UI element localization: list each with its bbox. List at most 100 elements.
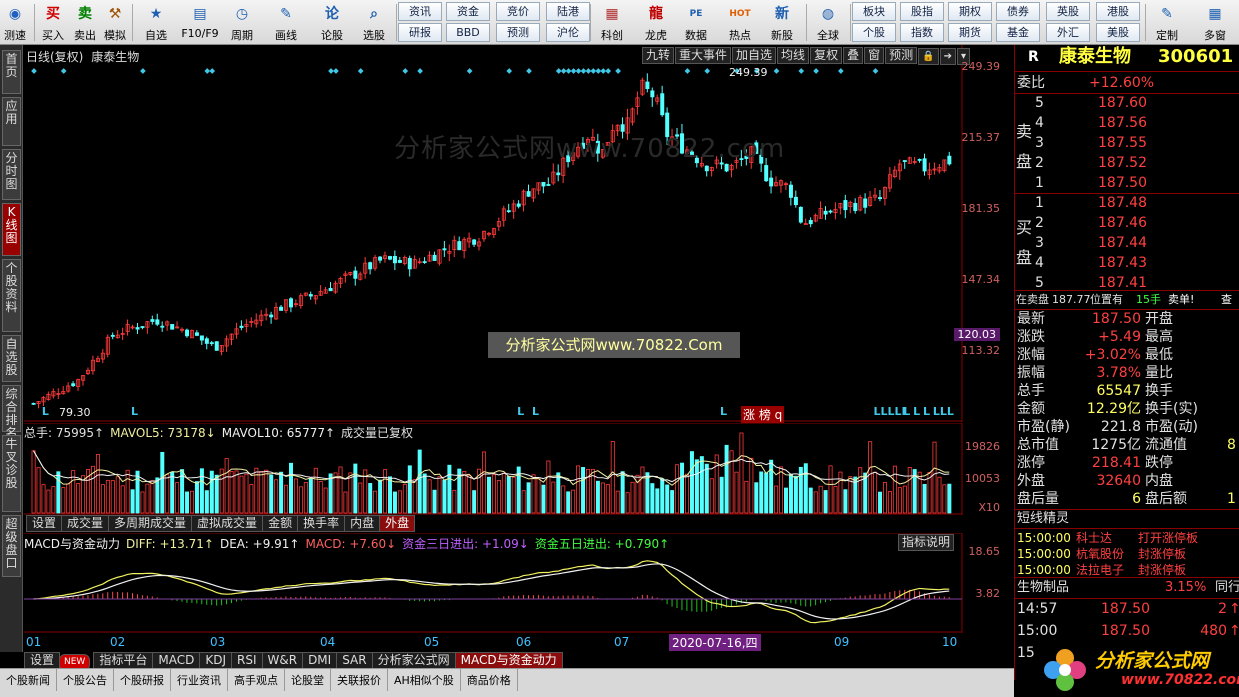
chart-tool-button[interactable]: 重大事件 <box>675 47 732 64</box>
buy-icon: 买 <box>46 6 60 22</box>
f10-icon: ▤ <box>193 6 207 22</box>
volume-tab[interactable]: 设置 <box>26 515 63 532</box>
indicator-tab[interactable]: W&R <box>261 652 304 669</box>
toolbar-globe-button[interactable]: ◍ 全球 <box>808 2 848 43</box>
chart-tool-button[interactable]: 加自选 <box>732 47 777 64</box>
chart-tool-button[interactable]: 预测 <box>885 47 918 64</box>
toolbar-link[interactable]: 研报 <box>398 23 442 42</box>
new-stock-icon: 新 <box>775 6 789 22</box>
toolbar-link[interactable]: 基金 <box>996 23 1040 42</box>
volume-tab[interactable]: 多周期成交量 <box>108 515 193 532</box>
volume-bar <box>120 485 125 514</box>
chart-tool-button[interactable]: 均线 <box>777 47 810 64</box>
volume-tab[interactable]: 外盘 <box>379 515 416 532</box>
kline-chart[interactable]: L L L L L LLLLLL L L LLL <box>24 45 1014 422</box>
toolbar-link[interactable]: 资讯 <box>398 2 442 21</box>
chart-tool-button[interactable]: 复权 <box>810 47 843 64</box>
indicator-tab[interactable]: MACD <box>152 652 201 669</box>
toolbar-link[interactable]: 股指 <box>900 2 944 21</box>
toolbar-pe-button[interactable]: PE 数据 <box>676 2 716 43</box>
toolbar-buy-button[interactable]: 买买入 <box>38 2 68 43</box>
left-tab-5[interactable]: 个 股 资 料 <box>2 259 21 332</box>
toolbar-link[interactable]: 指数 <box>900 23 944 42</box>
toolbar-link[interactable]: 沪伦 <box>546 23 590 42</box>
arrow-right-icon[interactable]: ➔ <box>939 48 956 65</box>
toolbar-sci-tech-button[interactable]: ▦ 科创 <box>592 2 632 43</box>
chart-tool-button[interactable]: 九转 <box>642 47 675 64</box>
indicator-tab[interactable]: 分析家公式网 <box>371 652 456 669</box>
left-tab-6[interactable]: 自 选 股 <box>2 335 21 382</box>
news-tab[interactable]: 论股堂 <box>285 669 331 691</box>
brand-logo: 分析家公式网 www.70822.com <box>1035 640 1239 697</box>
event-markers[interactable]: 涨 榜 q <box>741 406 785 423</box>
toolbar-link[interactable]: 美股 <box>1096 23 1140 42</box>
toolbar-multi-window-button[interactable]: ▦ 多窗 <box>1195 2 1235 43</box>
toolbar-magnifier-button[interactable]: ⌕ 选股 <box>354 2 394 43</box>
candle-body <box>160 325 165 328</box>
left-tab-7[interactable]: 综 合 排 名 <box>2 385 21 440</box>
stock-code: 300601 <box>1158 46 1234 67</box>
period-label[interactable]: 日线(复权) <box>26 50 83 64</box>
left-tab-4[interactable]: K 线 图 <box>2 203 21 256</box>
indicator-tab[interactable]: MACD与资金动力 <box>454 652 563 669</box>
buy-side-label: 买 盘 <box>1016 218 1033 267</box>
chart-tool-button[interactable]: 叠 <box>843 47 864 64</box>
news-tab[interactable]: 行业资讯 <box>171 669 228 691</box>
toolbar-link[interactable]: 期权 <box>948 2 992 21</box>
toolbar-link[interactable]: 期货 <box>948 23 992 42</box>
left-tab-3[interactable]: 分 时 图 <box>2 149 21 200</box>
toolbar-sell-button[interactable]: 卖卖出 <box>70 2 100 43</box>
indicator-tab[interactable]: DMI <box>302 652 338 669</box>
lock-icon[interactable]: 🔒 <box>918 48 939 65</box>
volume-tab[interactable]: 换手率 <box>297 515 346 532</box>
toolbar-link[interactable]: BBD <box>446 23 490 42</box>
toolbar-link[interactable]: 陆港 <box>546 2 590 21</box>
toolbar-pencil-button[interactable]: ✎ 画线 <box>266 2 306 43</box>
toolbar-link[interactable]: 英股 <box>1046 2 1090 21</box>
toolbar-clock-button[interactable]: ◷ 周期 <box>222 2 262 43</box>
toolbar-dragon-tiger-button[interactable]: 龍龙虎 <box>636 2 676 43</box>
toolbar-link[interactable]: 外汇 <box>1046 23 1090 42</box>
indicator-tab[interactable]: SAR <box>336 652 373 669</box>
volume-tab[interactable]: 成交量 <box>61 515 110 532</box>
toolbar-speed-test-button[interactable]: ◉ 测速 <box>0 2 30 43</box>
left-tab-8[interactable]: 牛 叉 诊 股 <box>2 435 21 512</box>
toolbar-hammer-button[interactable]: ⚒ 模拟 <box>100 2 130 43</box>
volume-bar <box>46 489 51 514</box>
left-tab-9[interactable]: 超 级 盘 口 <box>2 515 21 577</box>
left-tab-2[interactable]: 应 用 <box>2 97 21 146</box>
indicator-tab[interactable]: 指标平台 <box>93 652 154 669</box>
news-tab[interactable]: 个股新闻 <box>0 669 57 691</box>
news-tab[interactable]: 商品价格 <box>461 669 518 691</box>
stat-value: 187.50 <box>1092 311 1141 327</box>
volume-tab[interactable]: 金额 <box>262 515 299 532</box>
toolbar-hot-button[interactable]: HOT 热点 <box>720 2 760 43</box>
news-tab[interactable]: 个股研报 <box>114 669 171 691</box>
news-tab[interactable]: AH相似个股 <box>388 669 461 691</box>
promo-banner[interactable]: 分析家公式网www.70822.Com <box>488 332 740 358</box>
toolbar-link[interactable]: 资金 <box>446 2 490 21</box>
toolbar-new-stock-button[interactable]: 新新股 <box>762 2 802 43</box>
news-tab[interactable]: 关联报价 <box>331 669 388 691</box>
toolbar-link[interactable]: 个股 <box>852 23 896 42</box>
indicator-explain-button[interactable]: 指标说明 <box>897 534 955 551</box>
chart-tool-button[interactable]: 窗 <box>864 47 885 64</box>
toolbar-customize-button[interactable]: ✎ 定制 <box>1147 2 1187 43</box>
news-tab[interactable]: 个股公告 <box>57 669 114 691</box>
stat-label-right: 最高 <box>1145 329 1173 345</box>
toolbar-link[interactable]: 港股 <box>1096 2 1140 21</box>
toolbar-f10-button[interactable]: ▤ F10/F9 <box>180 2 220 43</box>
toolbar-link[interactable]: 板块 <box>852 2 896 21</box>
volume-tab[interactable]: 内盘 <box>344 515 381 532</box>
toolbar-link[interactable]: 预测 <box>496 23 540 42</box>
toolbar-star-button[interactable]: ★ 自选 <box>136 2 176 43</box>
toolbar-link[interactable]: 竞价 <box>496 2 540 21</box>
indicator-tab[interactable]: 设置 <box>24 652 61 669</box>
indicator-tab[interactable]: RSI <box>231 652 263 669</box>
news-tab[interactable]: 高手观点 <box>228 669 285 691</box>
left-tab-1[interactable]: 首 页 <box>2 50 21 94</box>
volume-tab[interactable]: 虚拟成交量 <box>191 515 264 532</box>
toolbar-link[interactable]: 债券 <box>996 2 1040 21</box>
toolbar-discuss-button[interactable]: 论论股 <box>312 2 352 43</box>
indicator-tab[interactable]: KDJ <box>199 652 232 669</box>
